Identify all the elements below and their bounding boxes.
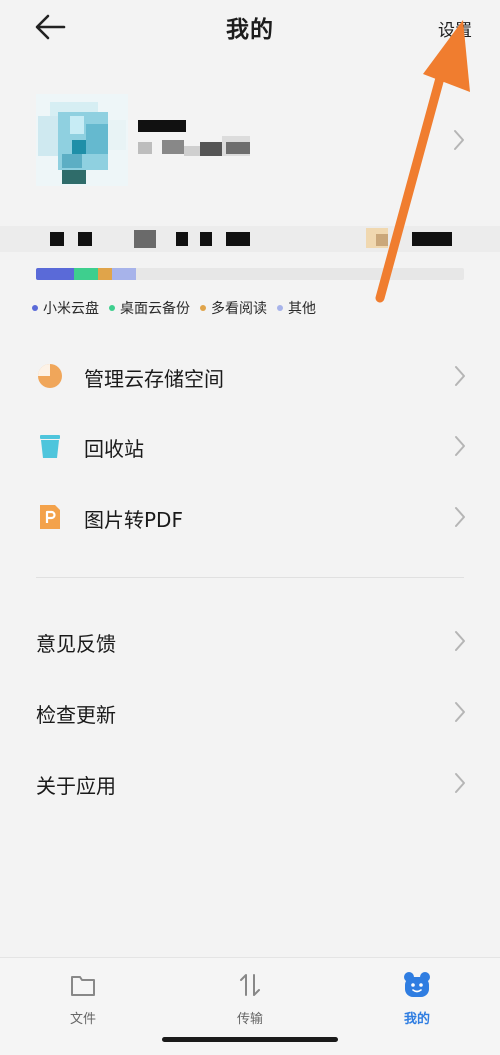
chevron-right-icon [454, 130, 464, 150]
transfer-arrows-icon [240, 974, 260, 996]
pie-chart-icon [38, 364, 62, 388]
storage-segment-desktop [74, 268, 98, 280]
storage-segment-duokan [98, 268, 112, 280]
menu-item-check-update[interactable]: 检查更新 [0, 688, 500, 738]
storage-segment-other [112, 268, 136, 280]
tab-label: 我的 [403, 1012, 430, 1027]
settings-button[interactable]: 设置 [438, 16, 472, 41]
legend-label: 多看阅读 [211, 301, 267, 317]
tab-label: 文件 [69, 1012, 96, 1027]
tab-files[interactable]: 文件 [33, 970, 133, 1040]
storage-usage-redacted [0, 226, 500, 252]
folder-icon [71, 976, 95, 996]
chevron-right-icon [455, 366, 465, 386]
tab-mine[interactable]: 我的 [367, 970, 467, 1040]
chevron-right-icon [455, 436, 465, 456]
legend-dot [32, 305, 38, 311]
username-redacted [138, 120, 250, 156]
menu-label: 图片转PDF [84, 508, 183, 532]
storage-segment-xiaomi [36, 268, 74, 280]
legend-xiaomi-cloud: 小米云盘 [32, 298, 99, 318]
bear-profile-icon [404, 972, 430, 997]
legend-label: 桌面云备份 [120, 301, 190, 317]
chevron-right-icon [455, 507, 465, 527]
top-bar: 我的 设置 [0, 0, 500, 56]
menu-item-recycle-bin[interactable]: 回收站 [0, 422, 500, 472]
legend-dot [277, 305, 283, 311]
chevron-right-icon [455, 702, 465, 722]
legend-other: 其他 [277, 298, 316, 318]
legend-label: 其他 [288, 301, 316, 317]
menu-label: 回收站 [84, 437, 144, 461]
chevron-right-icon [455, 773, 465, 793]
menu-item-manage-storage[interactable]: 管理云存储空间 [0, 352, 500, 402]
profile-card[interactable] [0, 88, 500, 208]
legend-dot [109, 305, 115, 311]
menu-item-image-to-pdf[interactable]: 图片转PDF [0, 493, 500, 543]
menu-label: 检查更新 [36, 703, 116, 727]
home-indicator[interactable] [162, 1037, 338, 1042]
tab-transfer[interactable]: 传输 [200, 970, 300, 1040]
legend-dot [200, 305, 206, 311]
storage-legend: 小米云盘 桌面云备份 多看阅读 其他 [32, 298, 326, 318]
trash-bin-icon [40, 435, 60, 458]
tab-label: 传输 [236, 1012, 263, 1027]
menu-item-about[interactable]: 关于应用 [0, 759, 500, 809]
storage-usage-bar [36, 268, 464, 280]
menu-label: 管理云存储空间 [84, 367, 224, 391]
menu-item-feedback[interactable]: 意见反馈 [0, 617, 500, 667]
page-title: 我的 [226, 17, 274, 43]
legend-duokan-reading: 多看阅读 [200, 298, 267, 318]
section-divider [36, 577, 464, 578]
menu-label: 意见反馈 [36, 632, 116, 656]
menu-label: 关于应用 [36, 774, 116, 798]
legend-label: 小米云盘 [43, 301, 99, 317]
avatar [36, 94, 128, 186]
pdf-file-icon [40, 505, 60, 529]
legend-desktop-backup: 桌面云备份 [109, 298, 190, 318]
chevron-right-icon [455, 631, 465, 651]
